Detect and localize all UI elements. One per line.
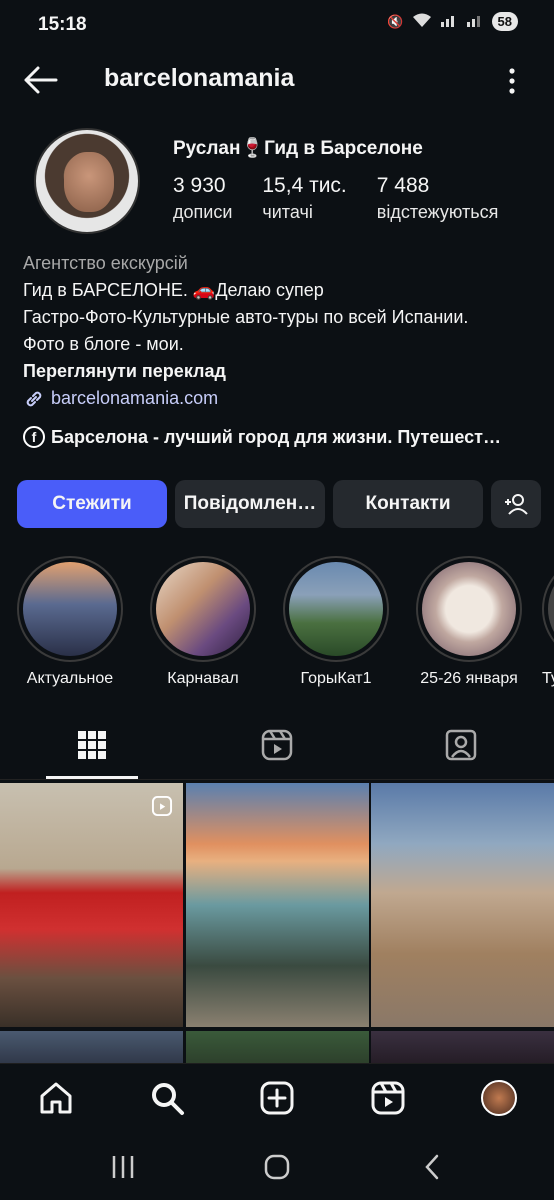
post-thumbnail[interactable] [186, 783, 369, 1027]
status-icons: 🔇 58 [387, 12, 518, 31]
add-user-icon [505, 494, 528, 515]
highlight-item[interactable]: Актуальное [10, 556, 130, 688]
home-icon[interactable] [38, 1080, 74, 1116]
bio-line: Гастро-Фото-Культурные авто-туры по всей… [23, 307, 469, 327]
recent-apps-icon[interactable] [108, 1152, 138, 1182]
bio-line: Гид в БАРСЕЛОНЕ. 🚗Делаю супер [23, 280, 324, 300]
search-icon[interactable] [149, 1080, 185, 1116]
mute-icon: 🔇 [387, 13, 404, 29]
grid-tab-icon[interactable] [75, 728, 109, 762]
contacts-button[interactable]: Контакти [333, 480, 483, 528]
more-options-icon[interactable] [502, 66, 522, 96]
bottom-navigation [0, 1063, 554, 1129]
website-link[interactable]: barcelonamania.com [23, 385, 543, 412]
stat-following-value: 7 488 [376, 174, 430, 197]
stat-followers[interactable]: 15,4 тис. читачі [262, 174, 346, 223]
see-translation-link[interactable]: Переглянути переклад [23, 358, 543, 385]
stat-following-label: відстежуються [376, 202, 499, 222]
stat-posts[interactable]: 3 930 дописи [173, 174, 232, 223]
post-thumbnail[interactable] [371, 1031, 554, 1063]
signal-icon-2 [466, 12, 484, 31]
status-bar: 15:18 🔇 58 [0, 0, 554, 50]
stat-posts-value: 3 930 [173, 174, 226, 197]
back-arrow-icon[interactable] [22, 64, 58, 96]
suggest-users-button[interactable] [491, 480, 541, 528]
stat-posts-label: дописи [173, 202, 233, 222]
highlight-label: ГорыКат1 [300, 670, 372, 687]
post-thumbnail[interactable] [371, 783, 554, 1027]
home-button-icon[interactable] [262, 1152, 292, 1182]
profile-bio: Агентство екскурсій Гид в БАРСЕЛОНЕ. 🚗Де… [23, 250, 543, 412]
post-thumbnail[interactable] [186, 1031, 369, 1063]
stat-following[interactable]: 7 488 відстежуються [377, 174, 499, 223]
highlight-item[interactable]: ГорыКат1 [276, 556, 396, 688]
story-highlights: Актуальное Карнавал ГорыКат1 25-26 январ… [0, 556, 554, 696]
profile-header: barcelonamania [0, 56, 554, 104]
highlight-label: Карнавал [167, 670, 239, 687]
facebook-icon: f [23, 426, 45, 448]
highlight-label: Актуальное [26, 670, 114, 687]
reel-indicator-icon [151, 795, 173, 817]
profile-username: barcelonamania [104, 64, 295, 92]
bio-line: Фото в блоге - мои. [23, 334, 184, 354]
post-thumbnail[interactable] [0, 1031, 183, 1063]
stat-followers-value: 15,4 тис. [262, 174, 347, 197]
profile-category: Агентство екскурсій [23, 253, 188, 273]
website-link-text: barcelonamania.com [51, 388, 219, 408]
highlight-item[interactable]: Карнавал [143, 556, 263, 688]
system-navigation-bar [0, 1130, 554, 1200]
profile-tabs [0, 712, 554, 780]
profile-avatar[interactable] [34, 128, 140, 234]
highlight-item[interactable]: 25-26 января [409, 556, 529, 688]
active-tab-indicator [46, 776, 138, 779]
profile-nav-avatar[interactable] [481, 1080, 517, 1116]
battery-badge: 58 [491, 12, 518, 31]
highlight-label: 25-26 января [420, 670, 518, 687]
signal-icon [440, 12, 458, 31]
system-back-icon[interactable] [418, 1152, 448, 1182]
highlight-item[interactable]: Ту [542, 556, 554, 688]
profile-full-name: Руслан🍷Гид в Барселоне [173, 138, 423, 159]
tagged-tab-icon[interactable] [444, 728, 478, 762]
profile-stats: 3 930 дописи 15,4 тис. читачі 7 488 відс… [173, 174, 528, 223]
message-button[interactable]: Повідомлен… [175, 480, 325, 528]
stat-followers-label: читачі [262, 202, 313, 222]
follow-button[interactable]: Стежити [17, 480, 167, 528]
wifi-icon [412, 12, 432, 31]
posts-grid [0, 783, 554, 1063]
post-thumbnail[interactable] [0, 783, 183, 1027]
create-post-icon[interactable] [259, 1080, 295, 1116]
profile-actions: Стежити Повідомлен… Контакти [17, 480, 541, 528]
facebook-page-text: Барселона - лучший город для жизни. Путе… [51, 426, 501, 447]
highlight-label: Ту [542, 670, 554, 687]
link-icon [26, 391, 42, 406]
facebook-page-link[interactable]: f Барселона - лучший город для жизни. Пу… [23, 426, 501, 448]
status-time: 15:18 [38, 14, 87, 35]
reels-icon[interactable] [370, 1080, 406, 1116]
reels-tab-icon[interactable] [260, 728, 294, 762]
